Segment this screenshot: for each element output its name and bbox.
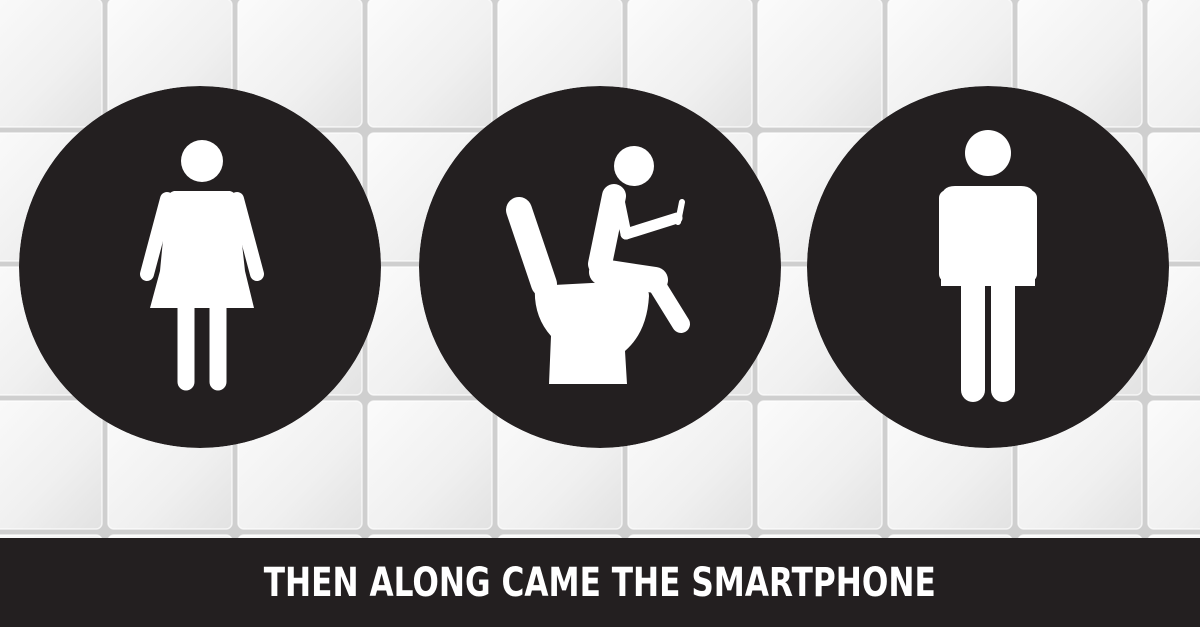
men-sign bbox=[807, 86, 1169, 448]
restroom-signs bbox=[0, 0, 1200, 538]
women-sign bbox=[19, 86, 381, 448]
man-restroom-icon bbox=[807, 86, 1169, 448]
caption-bar: THEN ALONG CAME THE SMARTPHONE bbox=[0, 538, 1200, 627]
smartphone-toilet-sign bbox=[419, 86, 781, 448]
woman-restroom-icon bbox=[19, 86, 381, 448]
person-on-toilet-using-phone-icon bbox=[419, 86, 781, 448]
caption-text: THEN ALONG CAME THE SMARTPHONE bbox=[263, 559, 937, 606]
